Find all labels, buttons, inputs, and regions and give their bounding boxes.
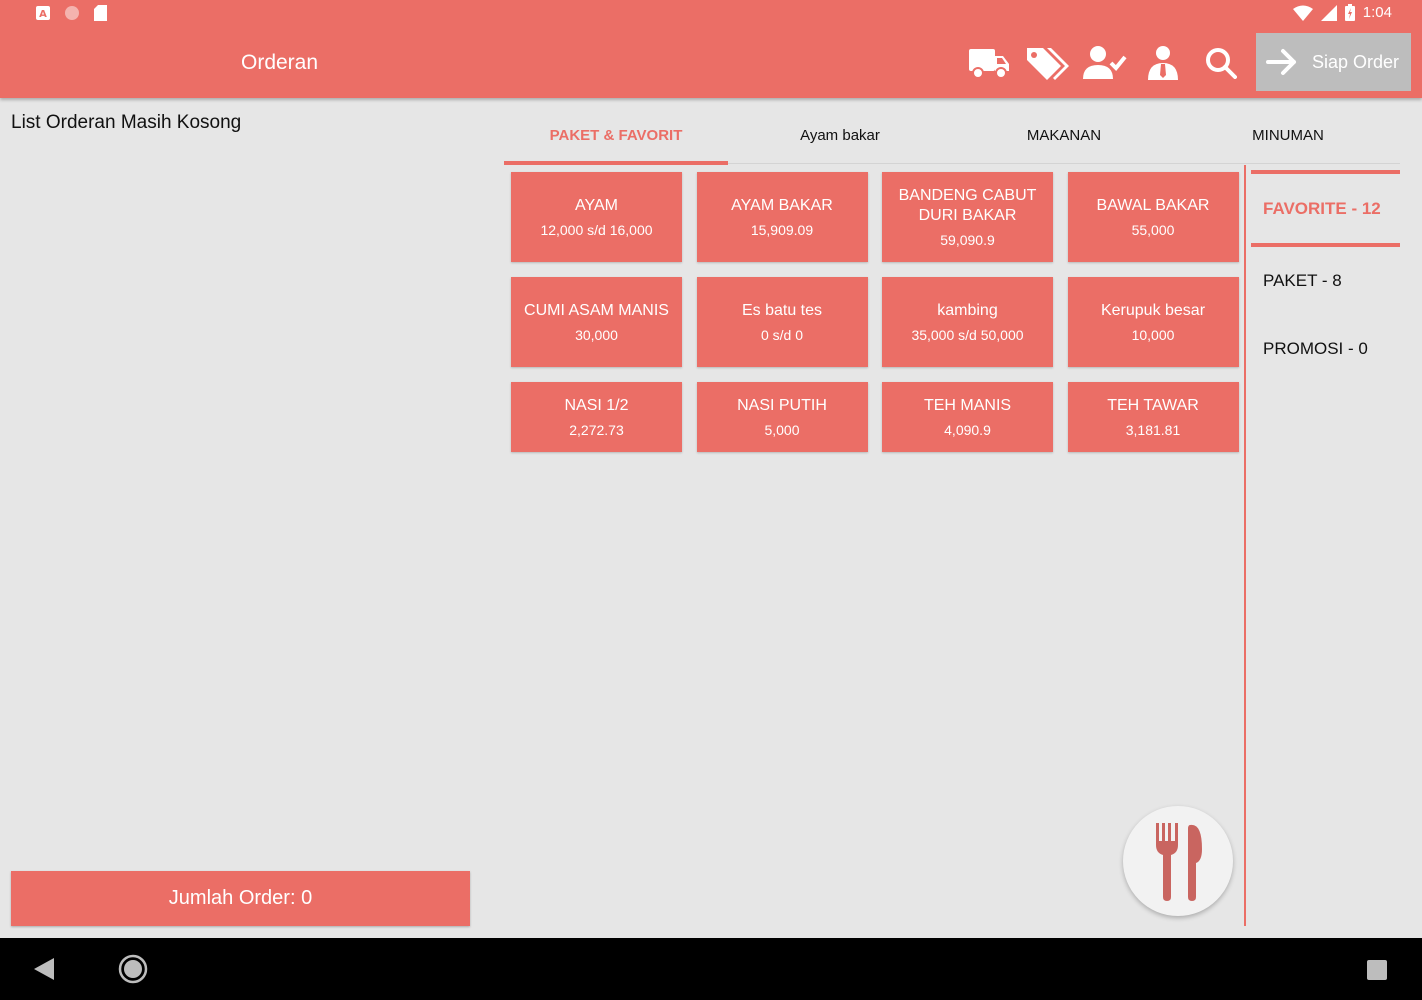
- app-bar: A 1:04 Orderan Siap Order: [0, 0, 1422, 98]
- tab-paket-favorit[interactable]: PAKET & FAVORIT: [504, 108, 728, 165]
- product-name: NASI PUTIH: [737, 397, 827, 414]
- order-list-empty-text: List Orderan Masih Kosong: [11, 112, 242, 133]
- category-favorite[interactable]: FAVORITE - 12: [1251, 170, 1400, 247]
- product-name: TEH MANIS: [923, 397, 1012, 414]
- product-price: 12,000 s/d 16,000: [540, 222, 653, 238]
- product-tile[interactable]: Kerupuk besar 10,000: [1067, 277, 1239, 367]
- category-list: FAVORITE - 12 PAKET - 8 PROMOSI - 0: [1251, 170, 1400, 383]
- dot-icon: [65, 6, 79, 20]
- status-time: 1:04: [1362, 4, 1392, 21]
- product-price: 4,090.9: [944, 422, 991, 438]
- category-promosi[interactable]: PROMOSI - 0: [1251, 315, 1400, 383]
- wifi-icon: [1292, 5, 1313, 21]
- category-paket[interactable]: PAKET - 8: [1251, 247, 1400, 315]
- user-tie-icon[interactable]: [1136, 40, 1190, 86]
- product-price: 2,272.73: [569, 422, 624, 438]
- search-icon[interactable]: [1194, 40, 1248, 86]
- product-tile[interactable]: NASI PUTIH 5,000: [696, 382, 868, 452]
- product-tile[interactable]: NASI 1/2 2,272.73: [511, 382, 682, 452]
- vertical-divider: [1244, 165, 1246, 926]
- truck-icon[interactable]: [962, 40, 1016, 86]
- ready-order-label: Siap Order: [1312, 51, 1400, 72]
- product-price: 30,000: [575, 327, 618, 343]
- signal-icon: [1320, 4, 1337, 21]
- navigation-bar: [0, 938, 1422, 1000]
- utensils-icon: [1156, 823, 1202, 901]
- ready-order-button[interactable]: Siap Order: [1256, 33, 1411, 91]
- product-price: 3,181.81: [1125, 422, 1181, 438]
- product-price: 35,000 s/d 50,000: [911, 327, 1024, 343]
- back-icon[interactable]: [34, 958, 54, 980]
- arrow-right-icon: [1266, 49, 1296, 75]
- tab-makanan[interactable]: MAKANAN: [952, 108, 1176, 163]
- a-box-icon: A: [36, 6, 50, 20]
- product-name: NASI 1/2: [564, 397, 629, 414]
- product-price: 55,000: [1131, 222, 1175, 238]
- product-price: 15,909.09: [750, 222, 814, 238]
- product-tile[interactable]: Es batu tes 0 s/d 0: [696, 277, 868, 367]
- product-tile[interactable]: kambing 35,000 s/d 50,000: [882, 277, 1053, 367]
- product-name: CUMI ASAM MANIS: [524, 302, 669, 319]
- svg-text:A: A: [39, 9, 47, 20]
- order-total-button[interactable]: Jumlah Order: 0: [11, 871, 470, 926]
- product-tile[interactable]: CUMI ASAM MANIS 30,000: [511, 277, 682, 367]
- battery-icon: [1344, 4, 1355, 21]
- product-tile[interactable]: AYAM BAKAR 15,909.09: [696, 172, 868, 262]
- product-price: 5,000: [764, 422, 800, 438]
- product-price: 59,090.9: [940, 232, 995, 248]
- product-name: AYAM: [575, 197, 618, 214]
- appbar-actions: [962, 40, 1252, 86]
- sd-card-icon: [94, 5, 107, 21]
- product-tile[interactable]: TEH TAWAR 3,181.81: [1067, 382, 1239, 452]
- product-tile[interactable]: BANDENG CABUT DURI BAKAR 59,090.9: [882, 172, 1053, 262]
- status-right: 1:04: [1292, 4, 1392, 21]
- tab-ayam-bakar[interactable]: Ayam bakar: [728, 108, 952, 163]
- product-name: kambing: [937, 302, 998, 319]
- product-price: 0 s/d 0: [760, 327, 804, 343]
- product-name: AYAM BAKAR: [731, 197, 833, 214]
- product-tile[interactable]: AYAM 12,000 s/d 16,000: [511, 172, 682, 262]
- product-name: BANDENG CABUT DURI BAKAR: [898, 187, 1037, 224]
- product-name: BAWAL BAKAR: [1096, 197, 1210, 214]
- product-price: 10,000: [1131, 327, 1175, 343]
- product-name: Kerupuk besar: [1100, 302, 1206, 319]
- home-icon[interactable]: [118, 954, 148, 984]
- product-name: Es batu tes: [741, 302, 823, 319]
- menu-fab-button[interactable]: [1123, 806, 1233, 916]
- page-title: Orderan: [241, 51, 319, 74]
- category-tabs: PAKET & FAVORIT Ayam bakar MAKANAN MINUM…: [504, 108, 1400, 165]
- product-tile[interactable]: TEH MANIS 4,090.9: [882, 382, 1053, 452]
- product-grid: AYAM 12,000 s/d 16,000 AYAM BAKAR 15,909.0…: [511, 172, 1239, 452]
- product-tile[interactable]: BAWAL BAKAR 55,000: [1067, 172, 1239, 262]
- product-name: TEH TAWAR: [1107, 397, 1199, 414]
- status-left: A: [36, 5, 107, 21]
- user-check-icon[interactable]: [1078, 40, 1132, 86]
- tab-minuman[interactable]: MINUMAN: [1176, 108, 1400, 163]
- tags-icon[interactable]: [1020, 40, 1074, 86]
- recent-apps-icon[interactable]: [1367, 960, 1387, 980]
